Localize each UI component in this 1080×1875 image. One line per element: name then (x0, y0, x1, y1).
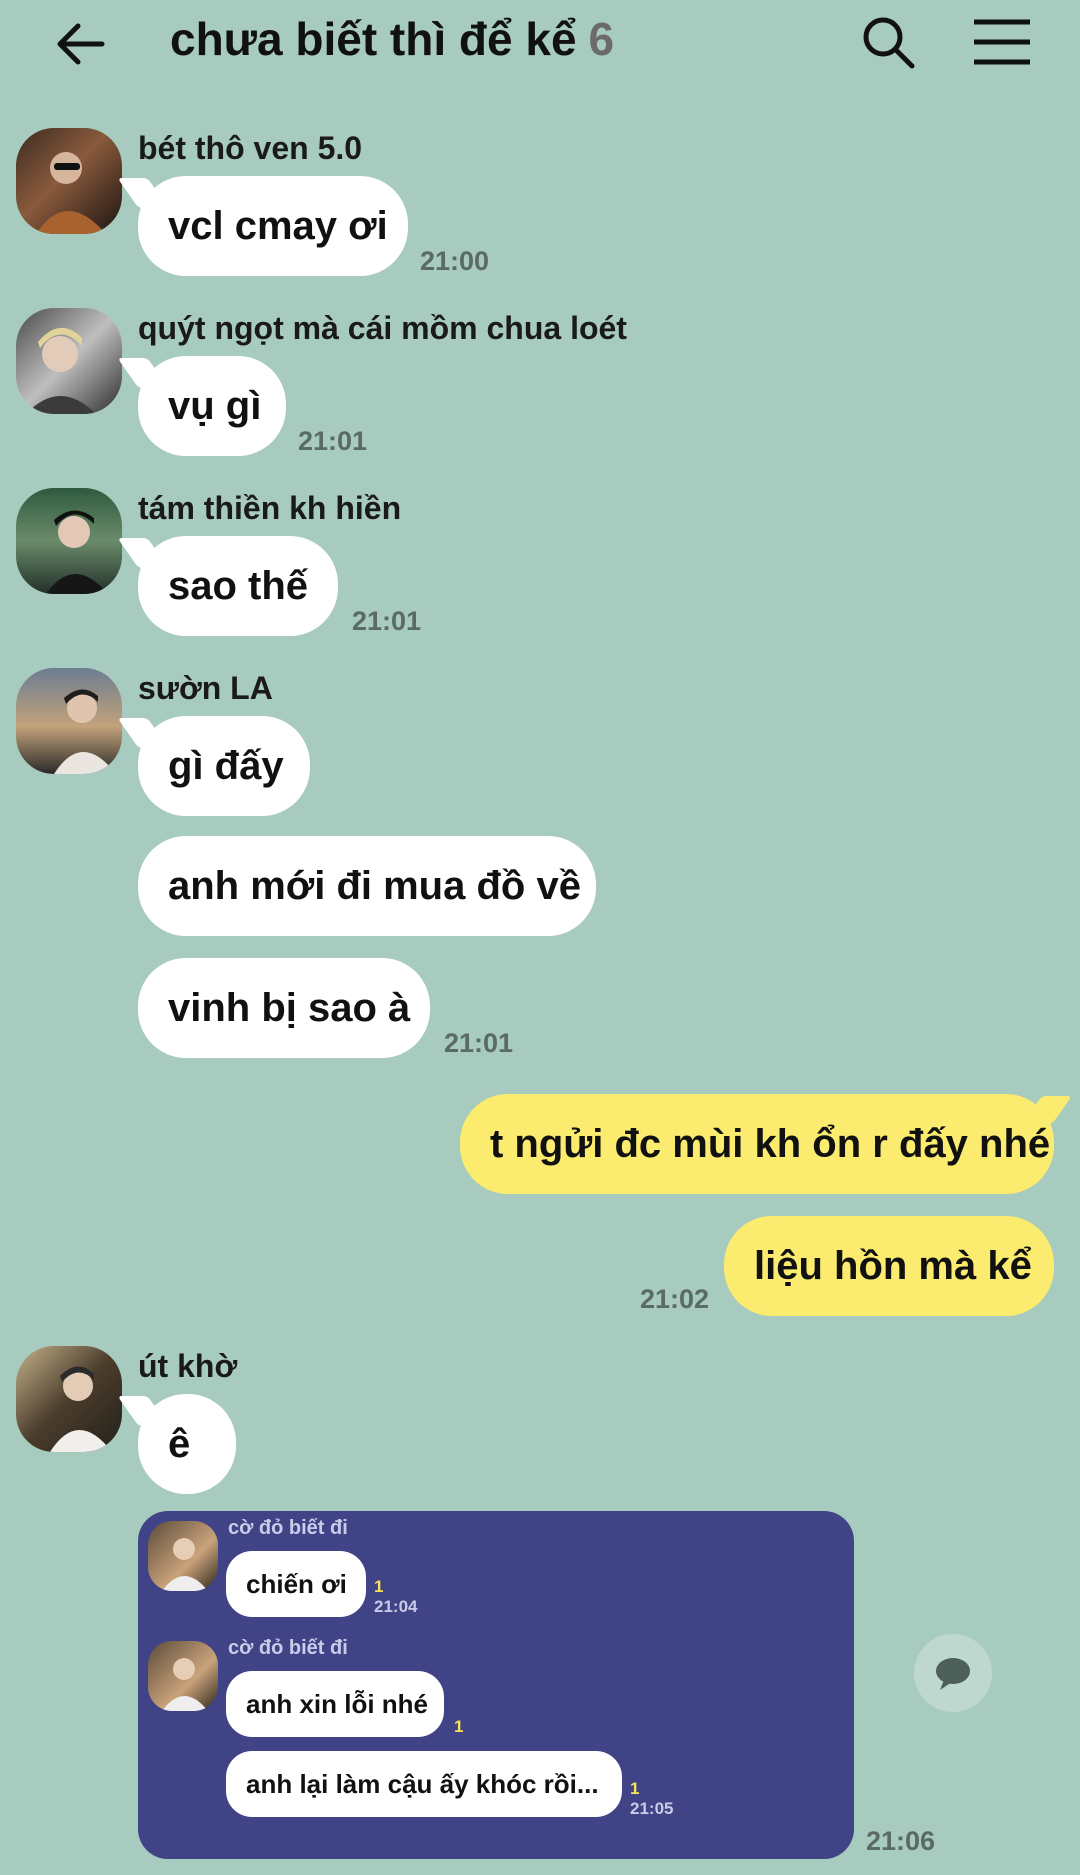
avatar (148, 1521, 218, 1591)
my-message-bubble[interactable]: liệu hồn mà kể (724, 1216, 1054, 1316)
comment-button[interactable] (914, 1634, 992, 1712)
message-time: 21:01 (352, 606, 422, 636)
shared-image[interactable]: cờ đỏ biết đi chiến ơi 1 21:04 cờ đỏ biế… (138, 1511, 854, 1859)
message-bubble: anh xin lỗi nhé (226, 1671, 444, 1737)
message-time: 21:01 (444, 1028, 514, 1058)
message-bubble[interactable]: sao thế (138, 536, 338, 636)
chat-title-text: chưa biết thì để kể (170, 13, 577, 65)
message-time: 21:05 (630, 1799, 674, 1818)
message-bubble[interactable]: vụ gì (138, 356, 286, 456)
message-time: 21:01 (298, 426, 368, 456)
avatar (148, 1641, 218, 1711)
message-bubble[interactable]: gì đấy (138, 716, 310, 816)
message-bubble[interactable]: vinh bị sao à (138, 958, 430, 1058)
message-time: 21:00 (420, 246, 490, 276)
avatar[interactable] (16, 1346, 122, 1452)
member-count: 6 (588, 13, 615, 65)
message-bubble: chiến ơi (226, 1551, 366, 1617)
avatar[interactable] (16, 308, 122, 414)
sender-name: cờ đỏ biết đi (228, 1637, 348, 1659)
search-icon[interactable] (858, 12, 918, 72)
sender-name: sườn LA (138, 670, 273, 706)
chat-title: chưa biết thì để kể 6 (170, 12, 614, 66)
avatar[interactable] (16, 668, 122, 774)
my-message-bubble[interactable]: t ngửi đc mùi kh ổn r đấy nhé (460, 1094, 1054, 1194)
message-time: 21:02 (640, 1284, 710, 1314)
message-bubble[interactable]: ê (138, 1394, 236, 1494)
read-count: 1 (454, 1717, 464, 1736)
sender-name: tám thiền kh hiền (138, 490, 402, 526)
read-count: 1 (630, 1779, 640, 1798)
sender-name: bét thô ven 5.0 (138, 130, 363, 166)
message-bubble: anh lại làm cậu ấy khóc rồi... (226, 1751, 622, 1817)
message-time: 21:06 (866, 1826, 936, 1856)
message-bubble[interactable]: vcl cmay ơi (138, 176, 408, 276)
menu-icon[interactable] (970, 14, 1034, 70)
avatar[interactable] (16, 128, 122, 234)
speech-bubble-icon (936, 1658, 970, 1690)
message-bubble[interactable]: anh mới đi mua đồ về (138, 836, 596, 936)
back-arrow-icon[interactable] (52, 14, 112, 74)
read-count: 1 (374, 1577, 384, 1596)
sender-name: út khờ (138, 1348, 238, 1384)
sender-name: cờ đỏ biết đi (228, 1517, 348, 1539)
message-time: 21:04 (374, 1597, 418, 1616)
avatar[interactable] (16, 488, 122, 594)
sender-name: quýt ngọt mà cái mồm chua loét (138, 310, 627, 346)
